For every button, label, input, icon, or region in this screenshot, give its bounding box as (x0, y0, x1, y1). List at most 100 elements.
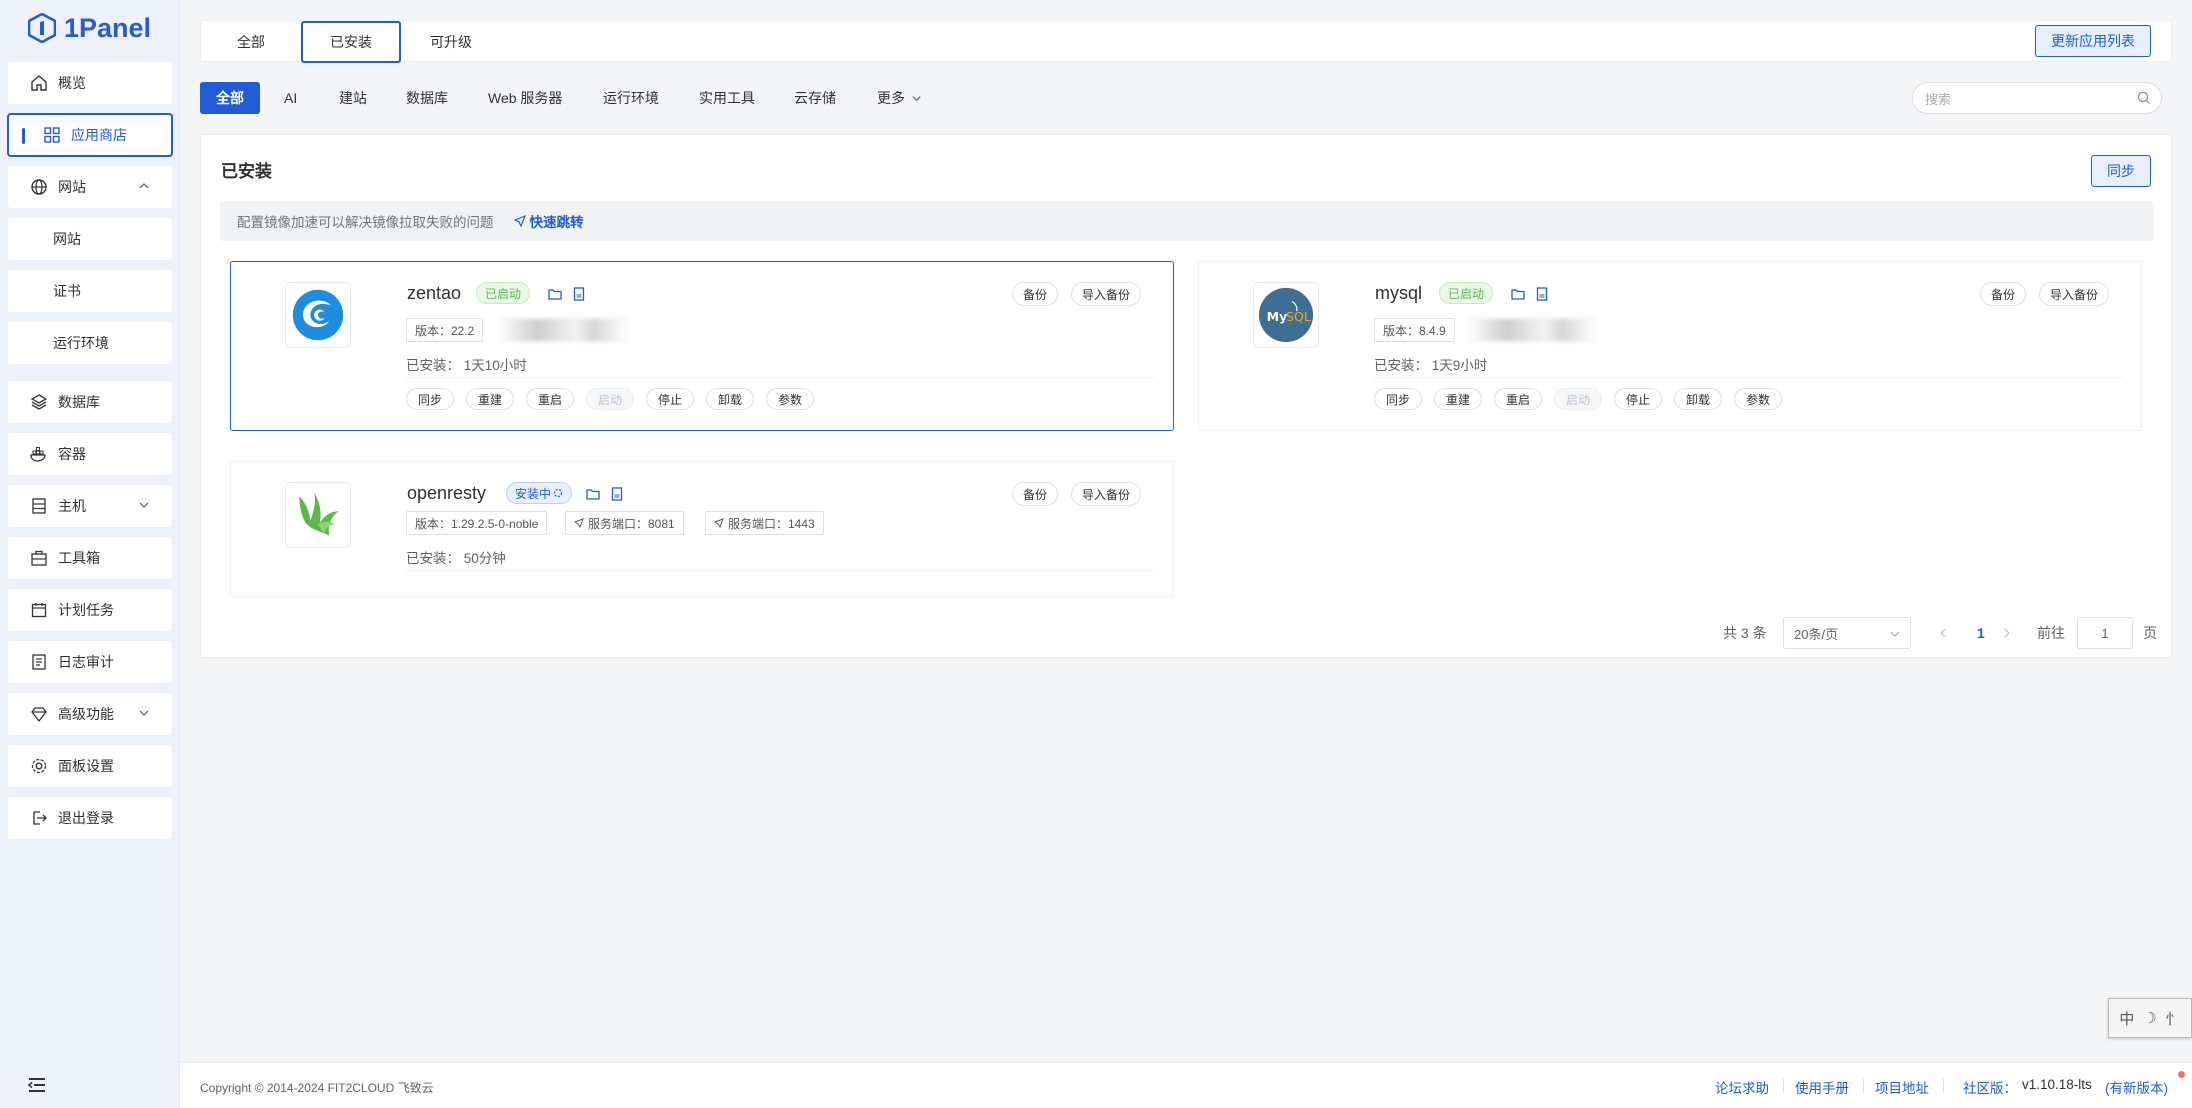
restart-action-button[interactable]: 重启 (1494, 388, 1543, 410)
sidebar-item-label: 数据库 (58, 394, 100, 410)
page-size-value: 20条/页 (1794, 626, 1839, 642)
category-web-server[interactable]: Web 服务器 (488, 82, 562, 114)
http-port-tag[interactable]: 服务端口：8081 (565, 511, 684, 535)
file-icon[interactable] (609, 486, 625, 502)
loading-icon (553, 488, 563, 498)
sidebar-item-label: 网站 (58, 179, 86, 195)
sidebar-item-label: 运行环境 (53, 335, 109, 351)
app-name[interactable]: mysql (1375, 283, 1422, 304)
uninstall-action-button[interactable]: 卸载 (706, 388, 755, 410)
sidebar-item-host[interactable]: 主机 (7, 484, 173, 528)
app-card-zentao[interactable]: zentao 已启动 版本：22.2 已安装： 1天10小时 同步 重建 重启 … (230, 261, 1174, 431)
sync-button[interactable]: 同步 (2091, 155, 2151, 187)
category-cloud-storage[interactable]: 云存储 (794, 82, 836, 114)
sidebar-item-log-audit[interactable]: 日志审计 (7, 640, 173, 684)
stop-action-button[interactable]: 停止 (646, 388, 695, 410)
sidebar-item-database[interactable]: 数据库 (7, 380, 173, 424)
sidebar-subitem-website[interactable]: 网站 (7, 217, 173, 261)
ime-mode[interactable]: 中 (2119, 1008, 2134, 1029)
app-card-openresty[interactable]: openresty 安装中 版本：1.29.2.5-0-noble 服务端口：8… (230, 461, 1174, 597)
project-link[interactable]: 项目地址 (1875, 1077, 1929, 1097)
search-input[interactable]: 搜索 (1912, 82, 2162, 114)
copyright: Copyright © 2014-2024 FIT2CLOUD 飞致云 (200, 1081, 434, 1095)
category-runtime[interactable]: 运行环境 (603, 82, 659, 114)
quick-jump-link[interactable]: 快速跳转 (513, 211, 584, 231)
backup-button[interactable]: 备份 (1012, 482, 1059, 506)
restart-action-button[interactable]: 重启 (526, 388, 575, 410)
goto-page-input[interactable]: 1 (2077, 617, 2133, 649)
sidebar-item-app-store[interactable]: 应用商店 (7, 113, 173, 157)
category-more[interactable]: 更多 (877, 82, 922, 114)
new-version-link[interactable]: (有新版本) (2105, 1077, 2168, 1097)
import-backup-button[interactable]: 导入备份 (1071, 282, 1142, 306)
category-ai[interactable]: AI (284, 82, 297, 114)
sidebar-item-overview[interactable]: 概览 (7, 61, 173, 105)
ime-toolbar[interactable]: 中 ☽ ⺖ (2108, 998, 2192, 1038)
app-name[interactable]: zentao (407, 283, 461, 304)
stop-action-button[interactable]: 停止 (1614, 388, 1663, 410)
manual-link[interactable]: 使用手册 (1795, 1077, 1849, 1097)
params-action-button[interactable]: 参数 (766, 388, 815, 410)
backup-button[interactable]: 备份 (1980, 282, 2027, 306)
rebuild-action-button[interactable]: 重建 (1434, 388, 1483, 410)
ime-punct[interactable]: ⺖ (2166, 1008, 2181, 1029)
collapse-menu-icon[interactable] (26, 1074, 48, 1096)
file-icon[interactable] (571, 286, 587, 302)
category-database[interactable]: 数据库 (406, 82, 448, 114)
divider (1863, 1079, 1864, 1093)
category-all[interactable]: 全部 (200, 82, 260, 114)
zentao-logo-icon (285, 282, 351, 348)
category-tools[interactable]: 实用工具 (699, 82, 755, 114)
search-placeholder: 搜索 (1925, 91, 1952, 107)
logout-icon (30, 809, 48, 827)
ime-moon[interactable]: ☽ (2143, 1009, 2156, 1027)
current-page[interactable]: 1 (1977, 617, 1985, 649)
sidebar-subitem-certificate[interactable]: 证书 (7, 269, 173, 313)
sidebar-item-container[interactable]: 容器 (7, 432, 173, 476)
version-label: v1.10.18-lts (2022, 1077, 2092, 1092)
sidebar-item-advanced[interactable]: 高级功能 (7, 692, 173, 736)
app-name[interactable]: openresty (407, 483, 486, 504)
status-badge: 已启动 (476, 282, 531, 304)
1panel-logo-icon (28, 13, 56, 43)
start-action-button[interactable]: 启动 (1554, 388, 1603, 410)
folder-icon[interactable] (585, 486, 601, 502)
sync-action-button[interactable]: 同步 (1374, 388, 1423, 410)
sidebar-item-panel-settings[interactable]: 面板设置 (7, 744, 173, 788)
start-action-button[interactable]: 启动 (586, 388, 635, 410)
tab-all[interactable]: 全部 (201, 21, 301, 63)
rebuild-action-button[interactable]: 重建 (466, 388, 515, 410)
diamond-icon (30, 705, 48, 723)
folder-icon[interactable] (547, 286, 563, 302)
sidebar-item-website-group[interactable]: 网站 (7, 165, 173, 209)
mysql-logo-icon: My SQL (1253, 282, 1319, 348)
import-backup-button[interactable]: 导入备份 (1071, 482, 1142, 506)
sidebar-subitem-runtime[interactable]: 运行环境 (7, 321, 173, 365)
svg-text:My: My (1267, 309, 1288, 324)
prev-page-icon[interactable] (1937, 627, 1949, 639)
pagination-total: 共 3 条 (1723, 625, 1767, 641)
params-action-button[interactable]: 参数 (1734, 388, 1783, 410)
sidebar-item-toolbox[interactable]: 工具箱 (7, 536, 173, 580)
installed-time: 已安装： 50分钟 (406, 551, 506, 566)
tab-upgradable[interactable]: 可升级 (401, 21, 501, 63)
update-app-list-button[interactable]: 更新应用列表 (2035, 25, 2151, 57)
sidebar-item-logout[interactable]: 退出登录 (7, 796, 173, 840)
tab-installed[interactable]: 已安装 (301, 21, 401, 63)
uninstall-action-button[interactable]: 卸载 (1674, 388, 1723, 410)
sidebar-item-cron[interactable]: 计划任务 (7, 588, 173, 632)
forum-link[interactable]: 论坛求助 (1715, 1077, 1769, 1097)
sync-action-button[interactable]: 同步 (406, 388, 455, 410)
backup-button[interactable]: 备份 (1012, 282, 1059, 306)
next-page-icon[interactable] (2001, 627, 2013, 639)
import-backup-button[interactable]: 导入备份 (2039, 282, 2110, 306)
https-port-tag[interactable]: 服务端口：1443 (705, 511, 824, 535)
category-website[interactable]: 建站 (339, 82, 367, 114)
send-icon (513, 215, 526, 227)
app-card-mysql[interactable]: My SQL mysql 已启动 版本：8.4.9 已安装： 1天9小时 同步 重… (1198, 261, 2142, 431)
chevron-up-icon (139, 183, 149, 189)
page-size-select[interactable]: 20条/页 (1783, 617, 1911, 649)
file-icon[interactable] (1534, 286, 1550, 302)
folder-icon[interactable] (1510, 286, 1526, 302)
app-logo[interactable]: 1Panel (28, 8, 151, 48)
